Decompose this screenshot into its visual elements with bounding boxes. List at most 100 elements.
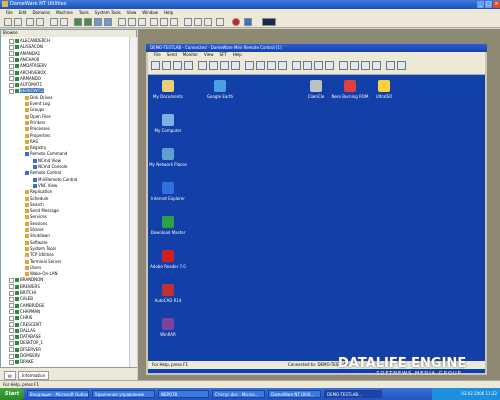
tree-item[interactable]: DALLAS [1,328,36,334]
tree-item[interactable]: Send Message [1,208,59,214]
rc-tool-6-icon[interactable] [209,61,218,70]
printer-icon[interactable] [160,18,168,26]
rc-tool-22-icon[interactable] [397,61,406,70]
tree-item[interactable]: System Tools [1,246,56,251]
remote-desktop[interactable]: My Documents Google Earth ClamCle Nero Burn… [148,76,485,361]
menu-system-tools[interactable]: System Tools [95,10,121,15]
tree-item[interactable]: VNC View [1,183,57,188]
start-button[interactable]: Start [0,388,24,400]
expand-icon[interactable] [9,340,14,346]
expand-icon[interactable] [9,359,14,365]
rc-tool-19-icon[interactable] [361,61,370,70]
expand-icon[interactable] [9,322,14,327]
rc-tool-17-icon[interactable] [339,61,348,70]
tree-item[interactable]: DRAKE [1,359,34,365]
tree-item[interactable]: Properties [1,133,50,138]
tree-item[interactable]: Schedule [1,196,48,201]
desktop-icon[interactable]: Download Master [148,216,188,235]
expand-icon[interactable] [9,334,14,340]
tree-item[interactable]: Printers [1,120,45,125]
desktop-icon[interactable]: WinRAR [148,318,188,337]
expand-icon[interactable] [9,38,14,44]
tree-item[interactable]: MiniRemote Control [1,177,77,182]
desktop-icon[interactable]: My Documents [148,80,188,99]
tree-item[interactable]: AUTOMAT1 [1,82,42,88]
tree-item[interactable]: Services [1,214,47,220]
forward-icon[interactable] [14,18,22,26]
tree-item[interactable]: Disk Drives [1,95,53,100]
rc-tool-18-icon[interactable] [350,61,359,70]
expand-icon[interactable] [9,353,14,359]
disk-icon[interactable] [150,18,158,26]
expand-icon[interactable] [9,347,14,353]
expand-icon[interactable] [9,309,14,315]
expand-icon[interactable] [9,328,14,334]
tree-item[interactable]: CHRIS [1,315,32,321]
tree-item[interactable]: Event Log [1,101,50,106]
desktop-icon[interactable]: My Network Places [148,148,188,167]
tree-item[interactable]: CAMBRIDGE [1,303,44,309]
expand-icon[interactable] [9,315,14,321]
tree-item[interactable]: CRESCENT [1,322,41,327]
desktop-icon[interactable]: UltraISO [364,80,404,99]
menu-view[interactable]: View [127,10,137,15]
rc-tool-4-icon[interactable] [184,61,193,70]
settings-icon[interactable] [184,18,192,26]
network-icon[interactable] [74,18,82,26]
tree-item[interactable]: BREWERS [1,284,40,290]
tree-item[interactable]: RAS [1,139,38,144]
tree-item[interactable]: DOMSERV [1,353,40,359]
rc-tool-13-icon[interactable] [292,61,301,70]
taskbar-item[interactable]: Статус.doc - Micros... [212,390,265,398]
desktop-icon[interactable]: AutoCAD R14 [148,284,188,303]
clock[interactable]: 03.02.2006 11:22 [461,391,497,396]
services-icon[interactable] [128,18,136,26]
tree-item[interactable]: ALISSACON [1,44,43,50]
remote-icon[interactable] [94,18,102,26]
log-icon[interactable] [216,18,224,26]
tree-item[interactable]: Shares [1,227,44,232]
rc-tool-2-icon[interactable] [162,61,171,70]
refresh-icon[interactable] [26,18,34,26]
help-icon[interactable] [244,18,252,26]
expand-icon[interactable] [9,284,14,290]
menu-machine[interactable]: Machine [56,10,73,15]
menu-help[interactable]: Help [164,10,173,15]
rc-tool-11-icon[interactable] [267,61,276,70]
desktop-icon[interactable]: Internet Explorer [148,182,188,201]
tab-information[interactable]: Information [18,371,50,380]
registry-icon[interactable] [170,18,178,26]
tree-item[interactable]: AMDATASERV [1,63,47,69]
expand-icon[interactable] [9,296,14,302]
expand-icon[interactable] [9,303,14,309]
rc-tool-14-icon[interactable] [303,61,312,70]
tree-item[interactable]: Processes [1,126,50,132]
taskbar-item[interactable]: NEPO78 [158,390,209,398]
tree-item[interactable]: Open Files [1,114,51,119]
tree-item[interactable]: Software [1,240,48,245]
tree-item[interactable]: Remote Control [1,170,61,176]
users-icon[interactable] [118,18,126,26]
menu-domains[interactable]: Domains [32,10,50,15]
connect-icon[interactable] [84,18,92,26]
tree-item[interactable]: Remote Command [1,151,67,157]
rc-tool-5-icon[interactable] [198,61,207,70]
tree-item[interactable]: Sessions [1,221,47,226]
expand-icon[interactable] [9,82,14,88]
monitor-icon[interactable] [262,18,276,26]
copy-icon[interactable] [50,18,58,26]
expand-icon[interactable] [9,44,14,50]
tree-item[interactable]: BRITCHI [1,290,36,296]
tree-item[interactable]: ARMANDO [1,76,41,82]
chat-icon[interactable] [204,18,212,26]
back-icon[interactable] [4,18,12,26]
browse-icon[interactable] [36,18,44,26]
rc-tool-8-icon[interactable] [231,61,240,70]
tree-item[interactable]: Replication [1,189,52,195]
rc-tool-9-icon[interactable] [245,61,254,70]
tree-item[interactable]: Groups [1,107,44,113]
rc-tool-3-icon[interactable] [173,61,182,70]
tree-item[interactable]: DFSERVER [1,347,41,353]
taskbar-item[interactable]: Входящие - Microsoft Outlook [27,390,89,398]
stop-icon[interactable] [232,18,240,26]
